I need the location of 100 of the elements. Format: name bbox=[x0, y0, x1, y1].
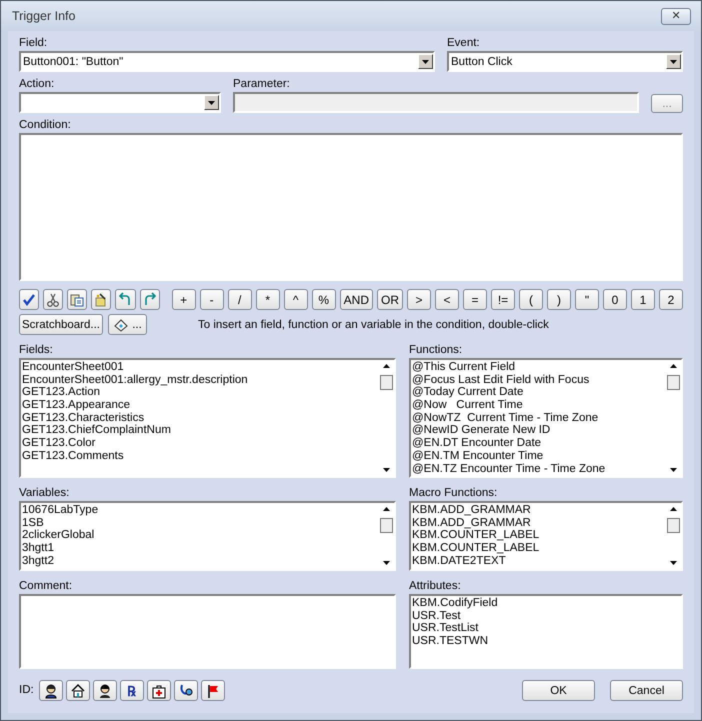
scissors-icon bbox=[45, 292, 62, 308]
list-item[interactable]: GET123.Color bbox=[22, 437, 377, 450]
list-item[interactable]: @Today Current Date bbox=[412, 386, 664, 400]
comment-field[interactable] bbox=[19, 594, 396, 669]
list-item[interactable]: KBM.COUNTER_LABEL bbox=[412, 542, 664, 555]
list-item[interactable]: @NewID Generate New ID bbox=[412, 424, 664, 438]
scroll-up-icon bbox=[670, 364, 676, 368]
close-button[interactable]: ✕ bbox=[661, 8, 691, 24]
house-icon bbox=[70, 682, 86, 698]
person-button[interactable] bbox=[92, 680, 117, 701]
cancel-button[interactable]: Cancel bbox=[610, 680, 683, 701]
paste-icon bbox=[69, 292, 86, 308]
check-button[interactable] bbox=[19, 289, 40, 310]
scrollbar-thumb[interactable] bbox=[380, 375, 392, 390]
scrollbar-thumb[interactable] bbox=[666, 518, 680, 533]
list-item[interactable]: KBM.CodifyField bbox=[412, 597, 680, 610]
field-label: Variables: bbox=[19, 486, 70, 501]
field-label: Comment: bbox=[19, 579, 74, 594]
operator-button[interactable]: != bbox=[491, 289, 515, 310]
list-item[interactable]: 3hgtt2 bbox=[22, 554, 377, 568]
list-item[interactable]: KBM.ADD_GRAMMAR bbox=[412, 516, 664, 530]
ok-button[interactable]: OK bbox=[522, 680, 595, 701]
list-item[interactable]: KBM.ADD_GRAMMAR bbox=[412, 504, 664, 517]
operator-button[interactable]: OR bbox=[377, 289, 403, 310]
list-item[interactable]: GET123.Characteristics bbox=[22, 412, 377, 424]
scroll-up-icon bbox=[382, 507, 390, 511]
medical-kit-button[interactable] bbox=[146, 680, 171, 701]
house-button[interactable] bbox=[66, 680, 90, 701]
list-item[interactable]: GET123.Appearance bbox=[22, 399, 377, 412]
scroll-up-icon bbox=[670, 507, 676, 511]
list-item[interactable]: @Focus Last Edit Field with Focus bbox=[412, 374, 664, 386]
field-label: Functions: bbox=[409, 343, 464, 358]
field-label: Action: bbox=[19, 77, 56, 92]
operator-button[interactable]: ) bbox=[547, 289, 571, 310]
prescription-button[interactable]: ℞ bbox=[120, 680, 144, 701]
list-item[interactable]: @This Current Field bbox=[412, 361, 664, 374]
list-item[interactable]: GET123.Comments bbox=[22, 450, 377, 462]
operator-button[interactable]: = bbox=[463, 289, 487, 310]
operator-button[interactable]: ( bbox=[519, 289, 543, 310]
redo-button[interactable] bbox=[140, 289, 160, 310]
list-item[interactable]: GET123.ChiefComplaintNum bbox=[22, 424, 377, 438]
list-item[interactable]: 1SB bbox=[22, 516, 377, 530]
field-label: Attributes: bbox=[409, 579, 462, 594]
list-item[interactable]: EncounterSheet001 bbox=[22, 361, 377, 374]
field-label: Condition: bbox=[19, 118, 72, 133]
scroll-down-icon bbox=[382, 561, 390, 565]
scratchboard-button[interactable]: Scratchboard... bbox=[19, 314, 103, 335]
scroll-down-icon bbox=[670, 561, 676, 565]
operator-button[interactable]: + bbox=[172, 289, 196, 310]
operator-button[interactable]: - bbox=[200, 289, 224, 310]
window-title: Trigger Info bbox=[12, 9, 76, 23]
list-item[interactable]: KBM.COUNTER_LABEL bbox=[412, 529, 664, 542]
list-item[interactable]: EncounterSheet001:allergy_mstr.description bbox=[22, 374, 377, 386]
paste-button[interactable] bbox=[67, 289, 88, 310]
list-item[interactable]: @EN.TM Encounter Time bbox=[412, 450, 664, 462]
list-item[interactable]: @EN.TZ Encounter Time - Time Zone bbox=[412, 462, 664, 476]
event-dropdown[interactable]: Button Click bbox=[447, 51, 683, 72]
list-item[interactable]: 2clickerGlobal bbox=[22, 529, 377, 542]
person-icon bbox=[42, 682, 59, 698]
id-label: ID: bbox=[19, 683, 34, 698]
action-dropdown[interactable] bbox=[19, 92, 221, 113]
operator-button[interactable]: 0 bbox=[603, 289, 627, 310]
operator-button[interactable]: " bbox=[575, 289, 599, 310]
list-item[interactable]: @EN.DT Encounter Date bbox=[412, 437, 664, 450]
operator-button[interactable]: < bbox=[435, 289, 459, 310]
field-dropdown[interactable]: Button001: "Button" bbox=[19, 51, 435, 72]
operator-button[interactable]: * bbox=[256, 289, 280, 310]
medical-kit-icon bbox=[150, 682, 167, 698]
scroll-up-icon bbox=[382, 364, 390, 368]
list-item[interactable]: 3hgtt1 bbox=[22, 542, 377, 555]
list-item[interactable]: USR.TESTWN bbox=[412, 635, 680, 648]
operator-button[interactable]: AND bbox=[340, 289, 373, 310]
undo-button[interactable] bbox=[115, 289, 136, 310]
list-item[interactable]: @NowTZ Current Time - Time Zone bbox=[412, 412, 664, 424]
scissors-button[interactable] bbox=[43, 289, 64, 310]
list-item[interactable]: USR.TestList bbox=[412, 622, 680, 636]
scrollbar-thumb[interactable] bbox=[666, 375, 680, 390]
list-item[interactable]: KBM.DATE2TEXT bbox=[412, 554, 664, 568]
list-item[interactable]: USR.Test bbox=[412, 610, 680, 622]
eraser-button[interactable]: ... bbox=[108, 314, 147, 335]
flag-button[interactable] bbox=[200, 680, 225, 701]
operator-button[interactable]: ^ bbox=[284, 289, 308, 310]
operator-button[interactable]: / bbox=[228, 289, 252, 310]
scrollbar-thumb[interactable] bbox=[380, 518, 392, 533]
field-label: Field: bbox=[19, 36, 48, 51]
operator-button[interactable]: % bbox=[312, 289, 336, 310]
condition-field[interactable] bbox=[19, 133, 683, 281]
operator-button[interactable]: > bbox=[407, 289, 431, 310]
list-item[interactable]: 10676LabType bbox=[22, 504, 377, 517]
list-item[interactable]: GET123.Action bbox=[22, 386, 377, 400]
field-label: Macro Functions: bbox=[409, 486, 498, 501]
operator-button[interactable]: 2 bbox=[659, 289, 683, 310]
person-button[interactable] bbox=[38, 680, 63, 701]
hint-text: To insert an field, function or an variable in the condition, double-click bbox=[198, 318, 549, 330]
operator-button[interactable]: 1 bbox=[631, 289, 655, 310]
scroll-down-icon bbox=[382, 468, 390, 472]
list-item[interactable]: @Now Current Time bbox=[412, 399, 664, 412]
field-label: Parameter: bbox=[233, 77, 291, 92]
field-label: Event: bbox=[447, 36, 481, 51]
field-label: Fields: bbox=[19, 343, 54, 358]
